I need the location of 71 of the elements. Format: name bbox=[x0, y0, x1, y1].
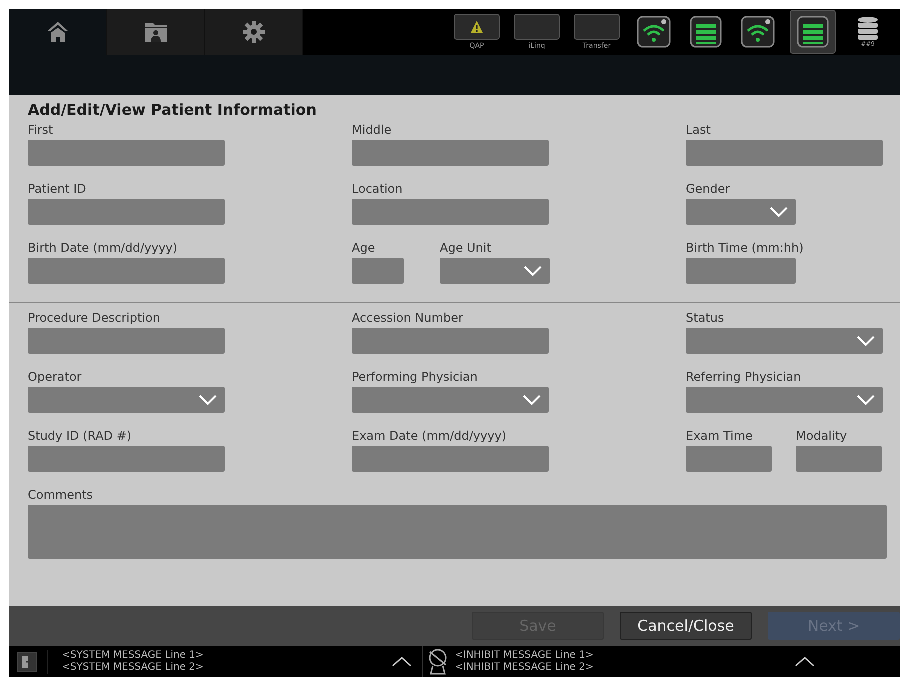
field-label: First bbox=[28, 123, 54, 137]
database-icon[interactable] bbox=[858, 16, 878, 40]
caret-up-icon[interactable] bbox=[795, 656, 815, 666]
settings-icon bbox=[242, 21, 264, 43]
input-field[interactable] bbox=[352, 258, 404, 284]
dropdown-field[interactable] bbox=[352, 387, 549, 413]
chevron-down-icon bbox=[857, 395, 875, 405]
wifi-device-icon[interactable] bbox=[637, 16, 671, 48]
comments-field[interactable] bbox=[28, 505, 887, 559]
input-field[interactable] bbox=[28, 258, 225, 284]
field-label: Procedure Description bbox=[28, 311, 162, 325]
dropdown-field[interactable] bbox=[686, 328, 883, 354]
input-field[interactable] bbox=[352, 328, 549, 354]
field-label: Comments bbox=[28, 488, 94, 502]
field-label: Patient ID bbox=[28, 182, 88, 196]
system-message: <SYSTEM MESSAGE Line 1> bbox=[62, 650, 205, 662]
battery-icon[interactable] bbox=[797, 16, 829, 48]
nav-tab[interactable] bbox=[205, 9, 303, 55]
chevron-down-icon bbox=[857, 336, 875, 346]
field-label: Exam Date (mm/dd/yyyy) bbox=[352, 429, 508, 443]
inhibit-message: <INHIBIT MESSAGE Line 1> bbox=[455, 650, 595, 662]
input-field[interactable] bbox=[686, 140, 883, 166]
input-field[interactable] bbox=[796, 446, 882, 472]
nav-tab[interactable] bbox=[9, 9, 107, 55]
field-label: Birth Time (mm:hh) bbox=[686, 241, 804, 255]
field-label: Modality bbox=[796, 429, 848, 443]
field-label: Exam Time bbox=[686, 429, 754, 443]
chevron-down-icon bbox=[770, 207, 788, 217]
input-field[interactable] bbox=[28, 140, 225, 166]
field-label: Age Unit bbox=[440, 241, 492, 255]
field-label: Middle bbox=[352, 123, 393, 137]
status-button[interactable] bbox=[454, 14, 500, 40]
field-label: Performing Physician bbox=[352, 370, 479, 384]
chevron-down-icon bbox=[523, 395, 541, 405]
input-field[interactable] bbox=[352, 140, 549, 166]
warning-icon bbox=[471, 21, 483, 33]
no-exposure-icon bbox=[427, 648, 449, 674]
dropdown-field[interactable] bbox=[28, 387, 225, 413]
field-label: Last bbox=[686, 123, 712, 137]
page-title: Add/Edit/View Patient Information bbox=[28, 101, 318, 119]
chevron-down-icon bbox=[199, 395, 217, 405]
system-message: <SYSTEM MESSAGE Line 2> bbox=[62, 662, 205, 674]
field-label: Operator bbox=[28, 370, 83, 384]
input-field[interactable] bbox=[28, 199, 225, 225]
input-field[interactable] bbox=[686, 258, 796, 284]
input-field[interactable] bbox=[686, 446, 772, 472]
nav-tab[interactable] bbox=[107, 9, 205, 55]
dropdown-field[interactable] bbox=[686, 199, 796, 225]
input-field[interactable] bbox=[352, 446, 549, 472]
inhibit-message: <INHIBIT MESSAGE Line 2> bbox=[455, 662, 595, 674]
field-label: Referring Physician bbox=[686, 370, 802, 384]
input-field[interactable] bbox=[28, 328, 225, 354]
field-label: Gender bbox=[686, 182, 732, 196]
dropdown-field[interactable] bbox=[686, 387, 883, 413]
field-label: Birth Date (mm/dd/yyyy) bbox=[28, 241, 179, 255]
input-field[interactable] bbox=[28, 446, 225, 472]
battery-icon[interactable] bbox=[690, 16, 722, 48]
caret-up-icon[interactable] bbox=[392, 656, 412, 666]
input-field[interactable] bbox=[352, 199, 549, 225]
field-label: Study ID (RAD #) bbox=[28, 429, 133, 443]
field-label: Accession Number bbox=[352, 311, 464, 325]
home-icon bbox=[46, 21, 68, 43]
field-label: Location bbox=[352, 182, 404, 196]
field-label: Status bbox=[686, 311, 726, 325]
chevron-down-icon bbox=[524, 266, 542, 276]
action-button[interactable]: Cancel/Close bbox=[620, 612, 752, 640]
dropdown-field[interactable] bbox=[440, 258, 550, 284]
wifi-device-icon[interactable] bbox=[741, 16, 775, 48]
folder-person-icon bbox=[144, 21, 168, 43]
exit-button[interactable] bbox=[17, 652, 37, 672]
field-label: Age bbox=[352, 241, 376, 255]
